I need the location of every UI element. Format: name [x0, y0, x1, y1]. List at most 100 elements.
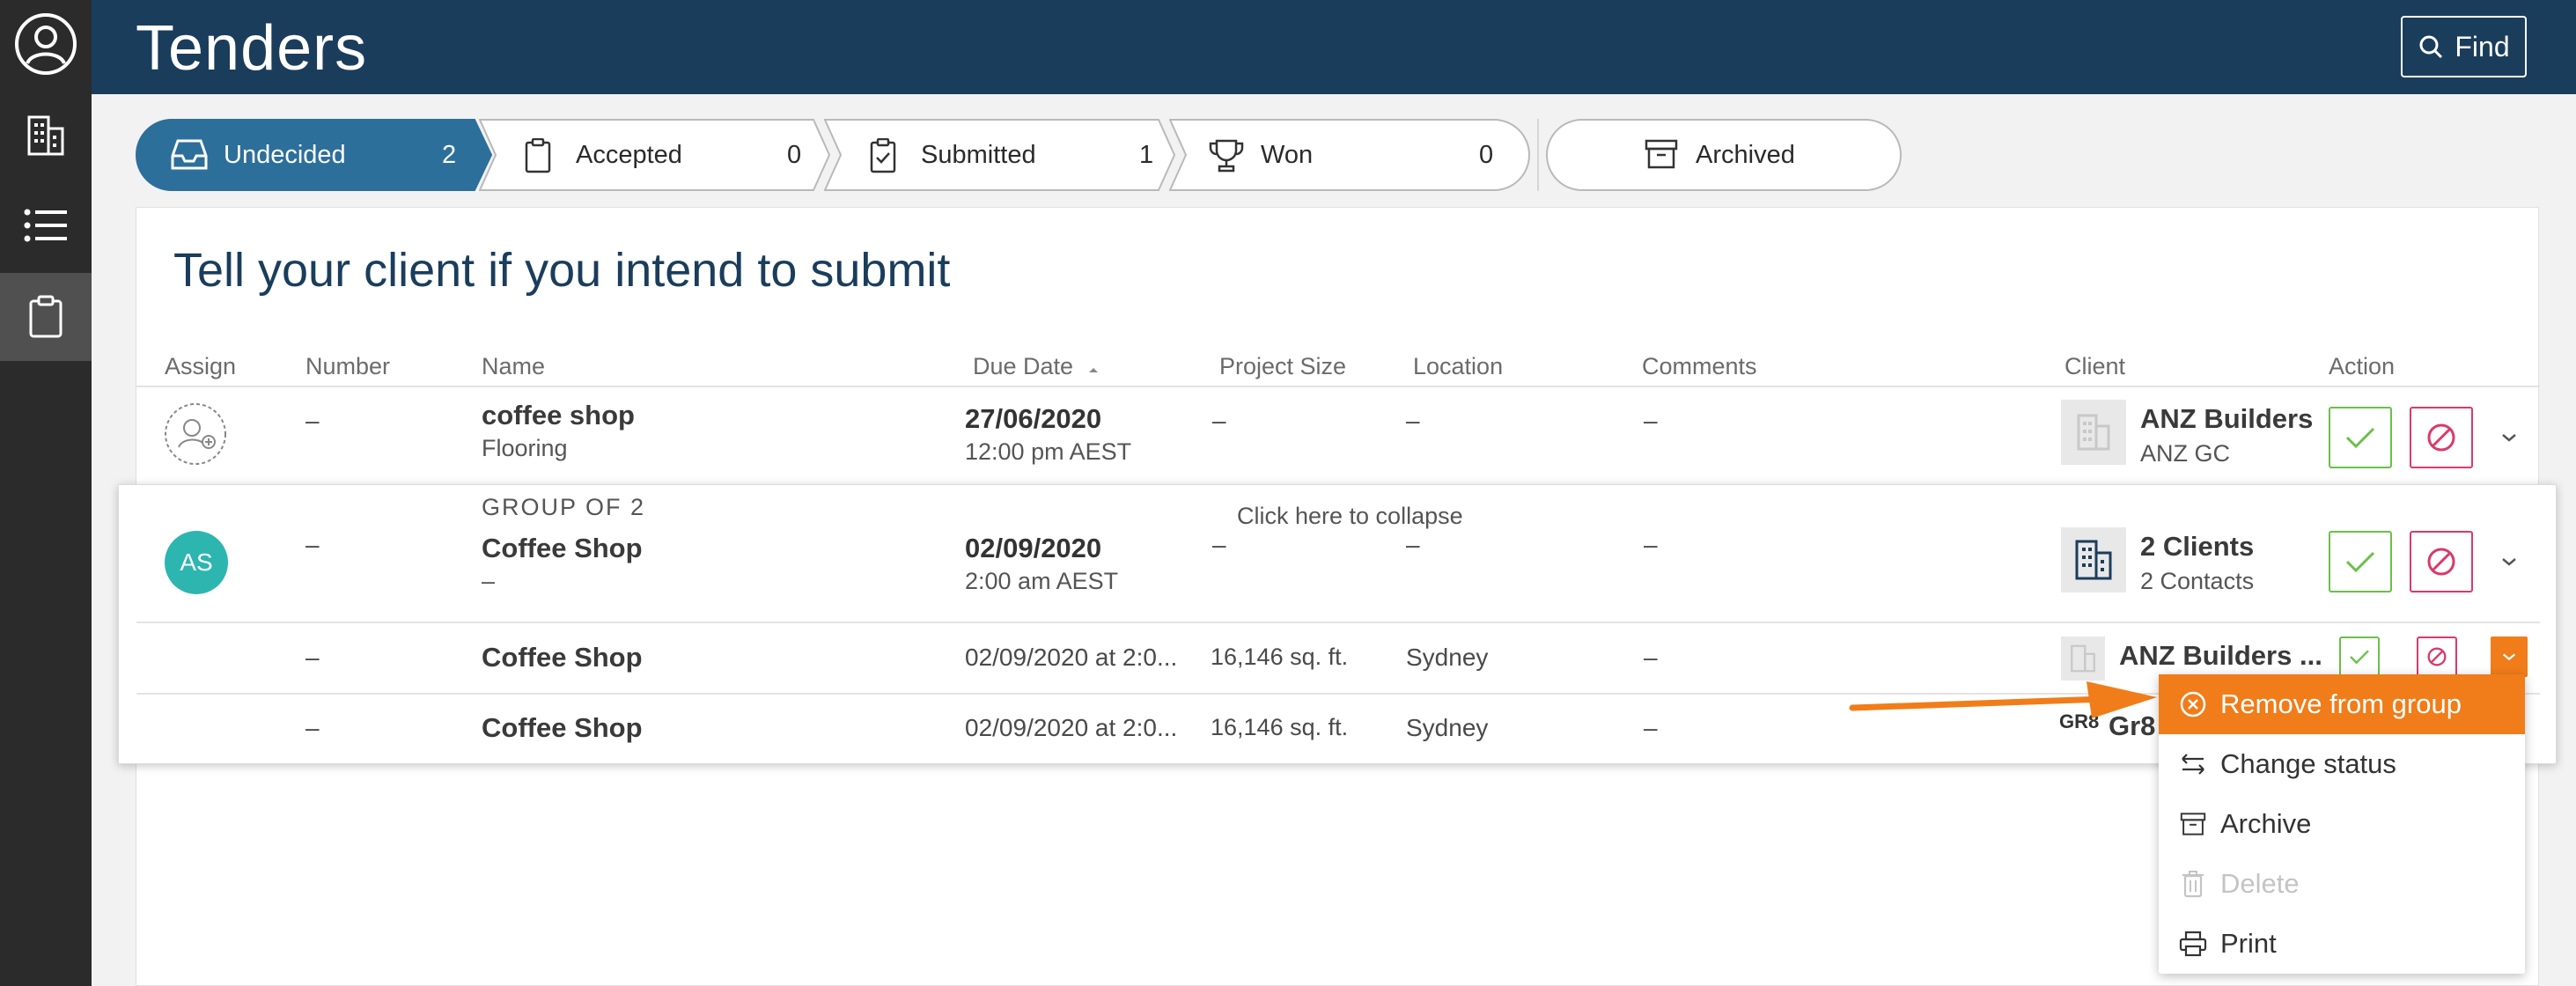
- top-header: Tenders Find: [92, 0, 2576, 94]
- group-divider: [136, 622, 2540, 623]
- tenders-nav[interactable]: [0, 273, 92, 361]
- accept-button[interactable]: [2339, 636, 2380, 677]
- tab-label: Undecided: [224, 140, 346, 169]
- client-logo: [2061, 400, 2126, 465]
- page-title: Tenders: [136, 13, 368, 84]
- row-comments: –: [1644, 407, 1658, 434]
- tab-count: 0: [787, 140, 802, 169]
- tab-accepted[interactable]: Accepted 0: [479, 119, 831, 191]
- row-trade: Flooring: [482, 435, 568, 461]
- row-name[interactable]: coffee shop: [482, 400, 635, 431]
- collapse-hint[interactable]: Click here to collapse: [1237, 503, 1463, 530]
- check-icon: [2345, 427, 2375, 449]
- decline-button[interactable]: [2410, 531, 2473, 592]
- pointer-arrow-icon: [1849, 681, 2157, 718]
- group-client-sub: 2 Contacts: [2140, 568, 2255, 594]
- child-project-size: 16,146 sq. ft.: [1211, 644, 1349, 670]
- find-button[interactable]: Find: [2401, 16, 2527, 77]
- building-icon: [27, 115, 64, 156]
- child-location: Sydney: [1406, 714, 1489, 741]
- child-project-size: 16,146 sq. ft.: [1211, 714, 1349, 740]
- tab-undecided[interactable]: Undecided 2: [136, 119, 492, 191]
- menu-archive[interactable]: Archive: [2159, 794, 2525, 854]
- menu-item-label: Archive: [2220, 808, 2312, 839]
- child-number: –: [305, 714, 320, 741]
- menu-item-label: Delete: [2220, 868, 2300, 899]
- clipboard-icon: [29, 295, 63, 338]
- tab-label: Accepted: [576, 140, 682, 169]
- col-due-date[interactable]: Due Date: [973, 353, 1100, 380]
- profile-nav[interactable]: [0, 0, 92, 88]
- menu-print[interactable]: Print: [2159, 914, 2525, 974]
- ban-icon: [2427, 647, 2447, 666]
- tab-label: Submitted: [921, 140, 1036, 169]
- sidebar: [0, 0, 92, 986]
- check-icon: [2345, 551, 2375, 573]
- row-menu-toggle[interactable]: [2496, 424, 2522, 451]
- trash-icon: [2178, 869, 2208, 899]
- tab-count: 0: [1479, 140, 1494, 169]
- child-client-name[interactable]: ANZ Builders ...: [2119, 640, 2322, 672]
- list-icon: [24, 209, 67, 242]
- user-circle-icon: [15, 13, 77, 75]
- accept-button[interactable]: [2329, 407, 2392, 468]
- col-due-date-label: Due Date: [973, 353, 1074, 379]
- row-location: –: [1406, 407, 1420, 434]
- row-action-menu: Remove from group Change status Archive …: [2159, 674, 2525, 974]
- building-icon: [2071, 644, 2095, 673]
- menu-change-status[interactable]: Change status: [2159, 734, 2525, 794]
- find-label: Find: [2455, 30, 2510, 63]
- row-due-date: 27/06/2020: [965, 403, 1102, 434]
- col-assign: Assign: [165, 353, 237, 379]
- list-nav[interactable]: [0, 181, 92, 269]
- client-sub: ANZ GC: [2140, 440, 2231, 467]
- chevron-down-icon: [2502, 434, 2516, 442]
- tab-count: 2: [442, 140, 457, 169]
- group-menu-toggle[interactable]: [2496, 548, 2522, 575]
- decline-button[interactable]: [2410, 407, 2473, 468]
- col-client[interactable]: Client: [2064, 353, 2125, 380]
- accept-button[interactable]: [2329, 531, 2392, 592]
- menu-item-label: Print: [2220, 928, 2277, 959]
- tab-submitted[interactable]: Submitted 1: [824, 119, 1176, 191]
- tab-archived[interactable]: Archived: [1546, 119, 1902, 191]
- group-client-name[interactable]: 2 Clients: [2140, 531, 2254, 563]
- child-location: Sydney: [1406, 644, 1489, 671]
- archive-icon: [2178, 809, 2208, 839]
- col-project-size[interactable]: Project Size: [1219, 353, 1346, 380]
- search-icon: [2419, 35, 2443, 59]
- tab-label: Archived: [1696, 140, 1795, 169]
- col-action: Action: [2329, 353, 2396, 379]
- assign-user-icon[interactable]: [163, 401, 228, 467]
- building-icon: [2077, 414, 2110, 451]
- client-name[interactable]: ANZ Builders: [2140, 403, 2313, 435]
- menu-remove-from-group[interactable]: Remove from group: [2159, 674, 2525, 734]
- col-comments: Comments: [1642, 353, 1757, 379]
- child-name[interactable]: Coffee Shop: [482, 712, 643, 744]
- group-comments: –: [1644, 531, 1658, 558]
- child-number: –: [305, 644, 320, 671]
- decline-button[interactable]: [2417, 636, 2457, 677]
- menu-item-label: Remove from group: [2220, 688, 2462, 719]
- group-name[interactable]: Coffee Shop: [482, 533, 643, 564]
- companies-nav[interactable]: [0, 92, 92, 180]
- child-name[interactable]: Coffee Shop: [482, 642, 643, 673]
- menu-item-label: Change status: [2220, 748, 2396, 779]
- child-menu-toggle[interactable]: [2491, 636, 2528, 677]
- tab-won[interactable]: Won 0: [1169, 119, 1530, 191]
- avatar[interactable]: AS: [165, 531, 228, 594]
- inbox-icon: [171, 139, 208, 170]
- col-name[interactable]: Name: [482, 353, 545, 380]
- child-comments: –: [1644, 714, 1658, 741]
- client-logo: [2061, 636, 2105, 681]
- tab-count: 1: [1139, 140, 1154, 169]
- check-icon: [2350, 650, 2369, 665]
- child-due: 02/09/2020 at 2:0...: [965, 714, 1178, 741]
- group-number: –: [305, 531, 320, 558]
- child-comments: –: [1644, 644, 1658, 671]
- tab-divider: [1537, 119, 1539, 191]
- col-location[interactable]: Location: [1413, 353, 1503, 380]
- card-title: Tell your client if you intend to submit: [173, 244, 951, 297]
- chevron-down-icon: [2502, 558, 2516, 566]
- header-divider: [136, 386, 2540, 387]
